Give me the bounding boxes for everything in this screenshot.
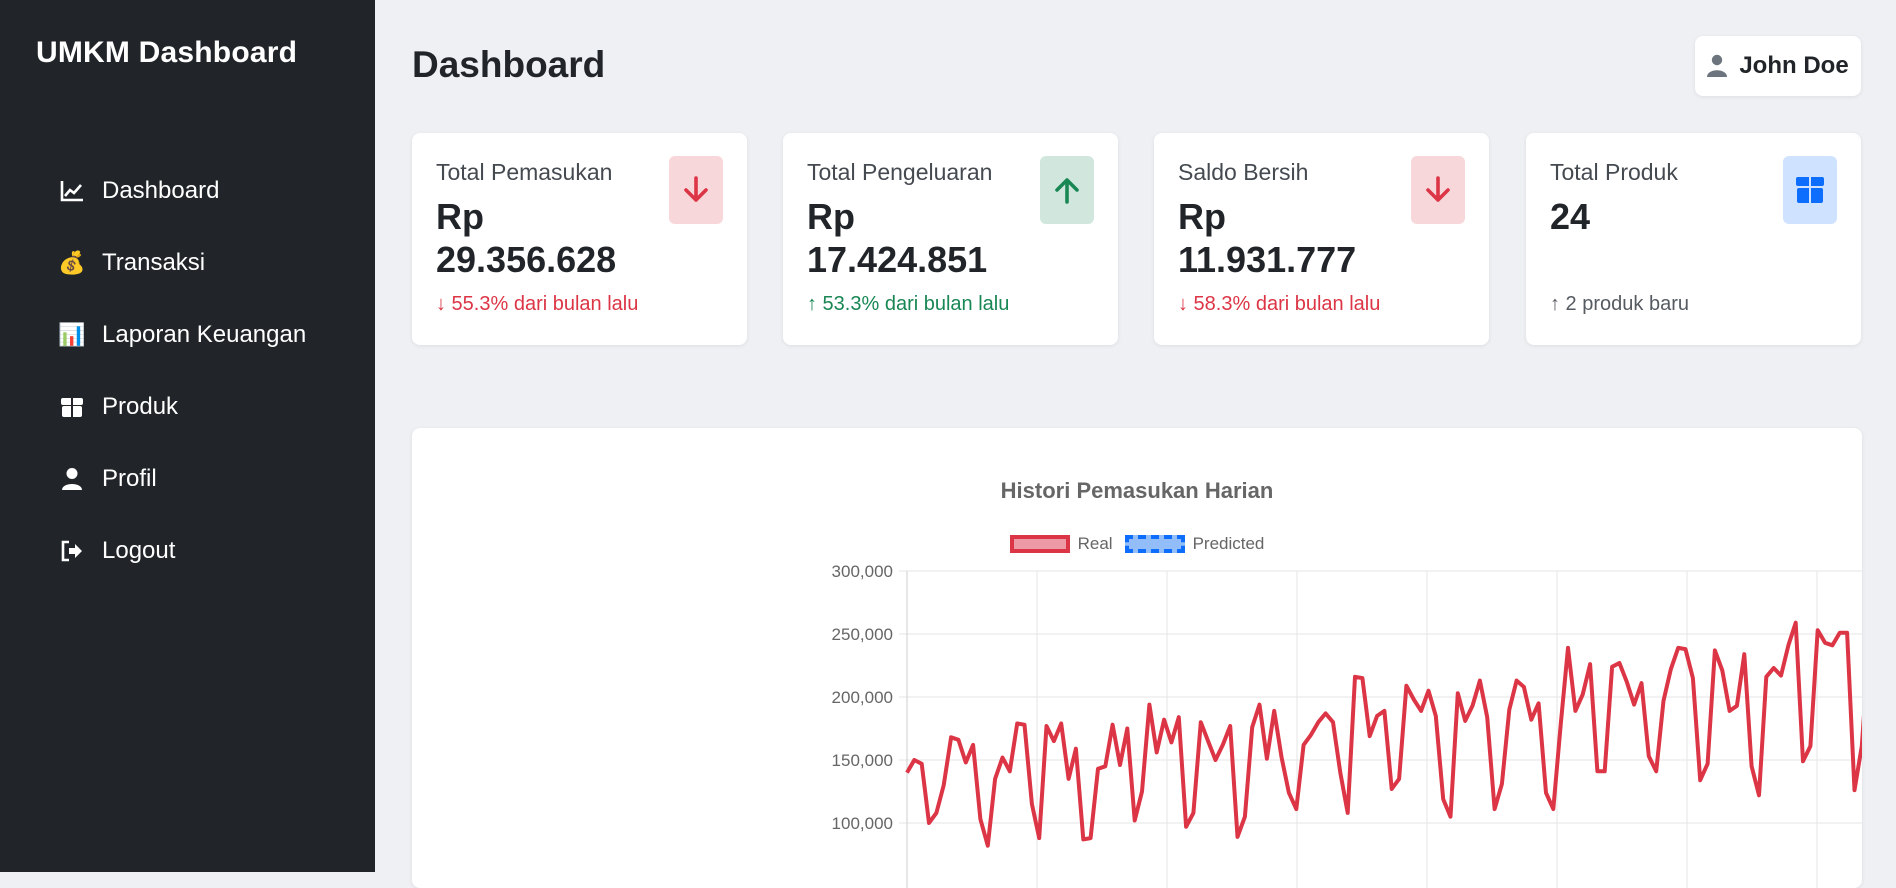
y-tick-label: 250,000: [832, 625, 893, 644]
sidebar-item-dashboard[interactable]: Dashboard: [58, 155, 306, 227]
sidebar-item-laporan-keuangan[interactable]: 📊 Laporan Keuangan: [58, 299, 306, 371]
arrow-down-icon: [1411, 156, 1465, 224]
sidebar-item-label: Dashboard: [102, 177, 220, 204]
card-value: Rp 11.931.777: [1178, 196, 1357, 280]
card-trend-note: ↑ 2 produk baru: [1550, 293, 1689, 315]
box-icon: [1783, 156, 1837, 224]
card-total-pengeluaran: Total Pengeluaran Rp 17.424.851 ↑ 53.3% …: [783, 133, 1118, 345]
chart-plot-area: 300,000 250,000 200,000 150,000 100,000: [832, 562, 1862, 888]
card-label: Total Pengeluaran: [807, 159, 993, 185]
card-label: Saldo Bersih: [1178, 159, 1309, 185]
card-value: Rp 17.424.851: [807, 196, 988, 280]
sidebar-item-label: Produk: [102, 393, 179, 420]
main-content: Dashboard John Doe Total Pemasukan Rp 29…: [375, 0, 1896, 888]
y-tick-label: 200,000: [832, 688, 893, 707]
sidebar-item-label: Profil: [102, 465, 157, 492]
card-value: Rp 29.356.628: [436, 196, 617, 280]
card-trend-note: ↑ 53.3% dari bulan lalu: [807, 293, 1010, 315]
series-line-real: [905, 620, 1862, 848]
card-saldo-bersih: Saldo Bersih Rp 11.931.777 ↓ 58.3% dari …: [1154, 133, 1489, 345]
page-title: Dashboard: [412, 44, 606, 85]
sidebar-item-label: Transaksi: [102, 249, 206, 276]
logout-icon: [58, 537, 86, 565]
y-tick-label: 300,000: [832, 562, 893, 581]
sidebar-item-produk[interactable]: Produk: [58, 371, 306, 443]
sidebar-item-profil[interactable]: Profil: [58, 443, 306, 515]
y-tick-label: 100,000: [832, 814, 893, 833]
card-total-produk: Total Produk 24 ↑ 2 produk baru: [1526, 133, 1861, 345]
money-bag-icon: 💰: [58, 250, 86, 275]
arrow-up-icon: [1040, 156, 1094, 224]
user-icon: [58, 465, 86, 493]
brand-title: UMKM Dashboard: [36, 36, 298, 69]
card-trend-note: ↓ 55.3% dari bulan lalu: [436, 293, 639, 315]
sidebar-item-label: Laporan Keuangan: [102, 321, 307, 348]
sidebar-item-transaksi[interactable]: 💰 Transaksi: [58, 227, 306, 299]
y-tick-label: 150,000: [832, 751, 893, 770]
sidebar-item-logout[interactable]: Logout: [58, 515, 306, 587]
sidebar-item-label: Logout: [102, 537, 176, 564]
sidebar-nav: Dashboard 💰 Transaksi 📊 Laporan Keuangan…: [58, 155, 306, 587]
card-label: Total Pemasukan: [436, 159, 613, 185]
sidebar: UMKM Dashboard Dashboard 💰 Transaksi 📊 L…: [0, 0, 375, 872]
user-name: John Doe: [1739, 52, 1849, 79]
income-history-chart: Histori Pemasukan Harian Real Predicted …: [412, 428, 1862, 888]
chart-line-icon: [58, 177, 86, 205]
card-trend-note: ↓ 58.3% dari bulan lalu: [1178, 293, 1381, 315]
bar-chart-icon: 📊: [58, 322, 86, 347]
box-icon: [58, 393, 86, 421]
card-label: Total Produk: [1550, 159, 1678, 185]
user-icon: [1707, 54, 1728, 78]
arrow-down-icon: [669, 156, 723, 224]
user-menu-button[interactable]: John Doe: [1695, 36, 1861, 96]
card-value: 24: [1550, 196, 1591, 237]
card-total-pemasukan: Total Pemasukan Rp 29.356.628 ↓ 55.3% da…: [412, 133, 747, 345]
